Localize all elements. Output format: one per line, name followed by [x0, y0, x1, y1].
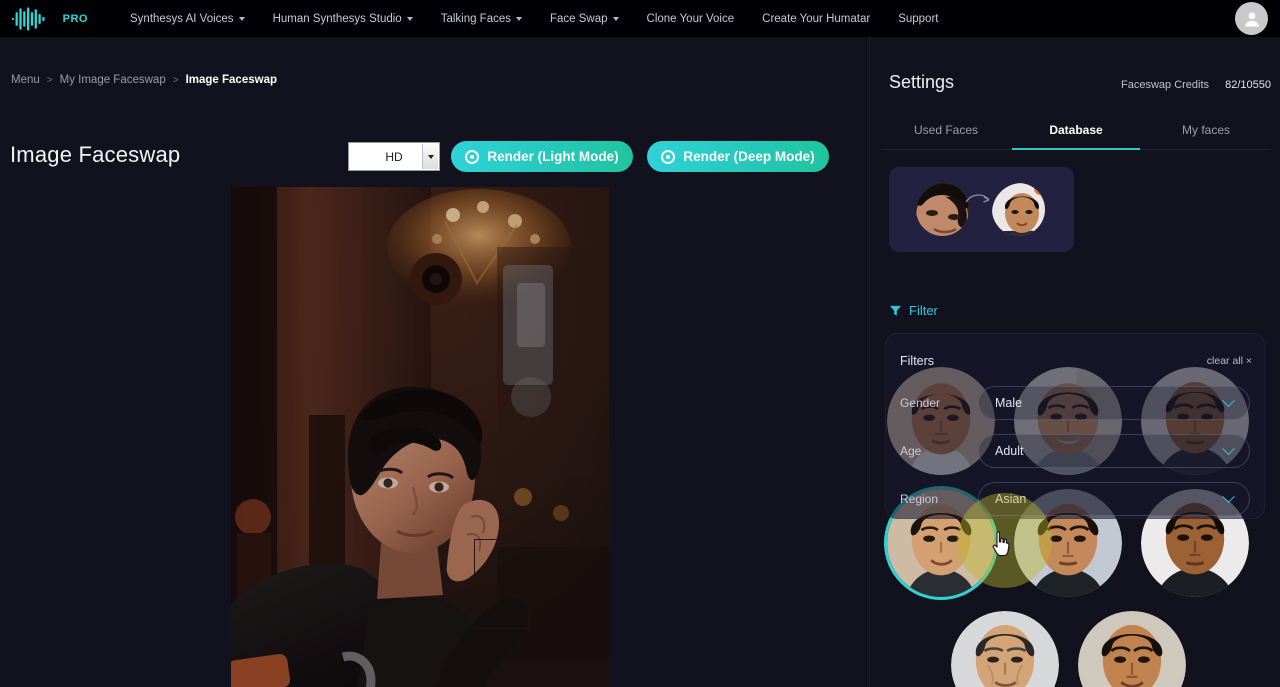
faceswap-credits-value: 82/10550 [1225, 79, 1271, 91]
filters-card: Filters clear all × Gender Male Age Adul… [885, 333, 1265, 519]
quality-select-arrow-box [422, 144, 438, 169]
filters-title: Filters [900, 354, 935, 368]
breadcrumb-item-image-faceswap: Image Faceswap [185, 74, 277, 86]
settings-title: Settings [889, 72, 955, 92]
filter-value-gender: Male [995, 396, 1023, 410]
face-grid-item-8[interactable] [1078, 611, 1186, 687]
breadcrumb-separator: > [46, 74, 53, 86]
filter-value-age: Adult [995, 444, 1024, 458]
filter-select-gender[interactable]: Male [978, 386, 1250, 420]
funnel-icon [889, 305, 902, 316]
filter-label-region: Region [900, 492, 939, 506]
top-navigation-bar: PRO Synthesys AI Voices Human Synthesys … [0, 0, 1280, 37]
nav-item-label: Human Synthesys Studio [272, 12, 402, 25]
filter-toggle-label: Filter [909, 303, 938, 318]
breadcrumb-separator: > [172, 74, 179, 86]
face-thumbnail [951, 611, 1059, 687]
main-content-area: Menu > My Image Faceswap > Image Faceswa… [0, 37, 870, 687]
chevron-down-icon [1222, 441, 1235, 455]
avatar[interactable] [1235, 2, 1268, 35]
curved-arrow-icon [965, 194, 990, 203]
user-avatar-icon [1244, 11, 1259, 26]
filter-row-gender: Gender Male [900, 386, 1250, 420]
tab-database[interactable]: Database [1011, 119, 1141, 149]
chevron-down-icon [427, 154, 434, 159]
clear-all-filters-button[interactable]: clear all × [1207, 355, 1252, 367]
brand-logo[interactable]: PRO [10, 6, 88, 31]
nav-item-label: Support [898, 12, 939, 25]
nav-item-label: Clone Your Voice [646, 12, 735, 25]
render-deep-mode-label: Render (Deep Mode) [683, 149, 815, 164]
nav-item-human-synthesys-studio[interactable]: Human Synthesys Studio [259, 13, 427, 25]
selected-target-face[interactable]: × [992, 183, 1045, 236]
nav-item-label: Synthesys AI Voices [130, 12, 234, 25]
breadcrumb: Menu > My Image Faceswap > Image Faceswa… [11, 74, 277, 86]
faceswap-credits-label: Faceswap Credits [1121, 79, 1210, 91]
record-circle-icon [465, 149, 480, 164]
filter-row-region: Region Asian [900, 482, 1250, 516]
preview-image-canvas [231, 187, 609, 687]
filter-value-region: Asian [995, 492, 1027, 506]
faceswap-credits: Faceswap Credits 82/10550 [1121, 79, 1271, 91]
face-detection-box [474, 539, 530, 629]
render-deep-mode-button[interactable]: Render (Deep Mode) [647, 141, 829, 172]
filter-toggle-button[interactable]: Filter [889, 303, 938, 318]
nav-item-synthesys-ai-voices[interactable]: Synthesys AI Voices [116, 13, 259, 25]
selected-source-face[interactable] [916, 183, 969, 236]
filter-select-age[interactable]: Adult [978, 434, 1250, 468]
chevron-down-icon [406, 16, 413, 21]
selected-faces-panel: × [889, 167, 1074, 252]
settings-tabs: Used Faces Database My faces [881, 119, 1271, 150]
chevron-down-icon [238, 16, 245, 21]
chevron-down-icon [1222, 393, 1235, 407]
app-root: PRO Synthesys AI Voices Human Synthesys … [0, 0, 1280, 687]
render-light-mode-button[interactable]: Render (Light Mode) [451, 141, 633, 172]
preview-image[interactable] [231, 187, 609, 687]
nav-item-label: Talking Faces [440, 12, 511, 25]
tab-label: Used Faces [913, 123, 979, 137]
quality-select[interactable]: HD [348, 142, 440, 171]
nav-items: Synthesys AI Voices Human Synthesys Stud… [116, 13, 952, 25]
quality-select-value: HD [385, 149, 403, 164]
source-face-thumbnail [916, 183, 969, 236]
filter-label-age: Age [900, 444, 922, 458]
nav-item-label: Face Swap [550, 12, 608, 25]
nav-item-clone-your-voice[interactable]: Clone Your Voice [633, 13, 749, 25]
face-thumbnail [1078, 611, 1186, 687]
face-grid-item-7[interactable] [951, 611, 1059, 687]
chevron-down-icon [612, 16, 619, 21]
breadcrumb-item-my-image-faceswap[interactable]: My Image Faceswap [60, 74, 166, 86]
tab-used-faces[interactable]: Used Faces [881, 119, 1011, 149]
record-circle-icon [661, 149, 676, 164]
nav-item-talking-faces[interactable]: Talking Faces [427, 13, 536, 25]
tab-label: My faces [1181, 123, 1230, 137]
chevron-down-icon [1222, 489, 1235, 503]
tab-my-faces[interactable]: My faces [1141, 119, 1271, 149]
filter-select-region[interactable]: Asian [978, 482, 1250, 516]
remove-target-face-button[interactable]: × [1034, 183, 1045, 195]
waveform-icon [11, 6, 45, 31]
breadcrumb-item-menu[interactable]: Menu [11, 74, 40, 86]
page-title: Image Faceswap [10, 142, 181, 167]
nav-item-support[interactable]: Support [884, 13, 952, 25]
tab-label: Database [1049, 123, 1103, 137]
nav-item-create-your-humatar[interactable]: Create Your Humatar [748, 13, 884, 25]
nav-item-label: Create Your Humatar [762, 12, 871, 25]
filter-label-gender: Gender [900, 396, 941, 410]
chevron-down-icon [516, 16, 522, 21]
render-light-mode-label: Render (Light Mode) [487, 149, 619, 164]
brand-pro-label: PRO [62, 12, 88, 25]
filter-row-age: Age Adult [900, 434, 1250, 468]
nav-item-face-swap[interactable]: Face Swap [536, 13, 633, 25]
settings-panel: Settings Faceswap Credits 82/10550 Used … [871, 37, 1280, 687]
